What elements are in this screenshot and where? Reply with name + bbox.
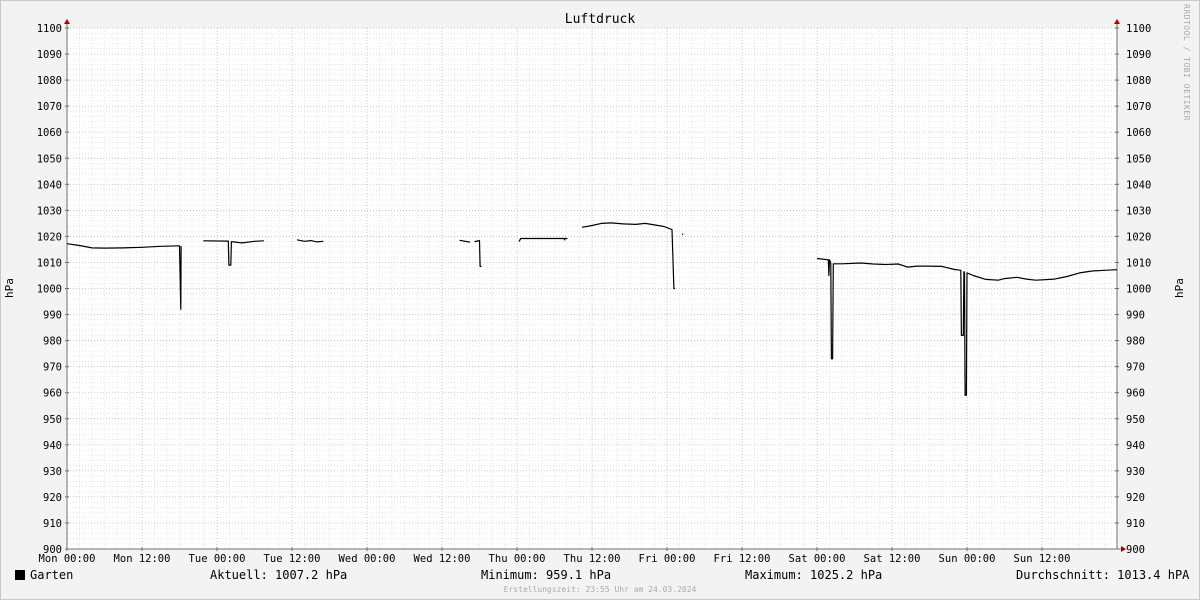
y-tick-label-right: 1040 <box>1126 179 1151 191</box>
y-tick-label-right: 1030 <box>1126 205 1151 217</box>
y-tick-label-left: 1060 <box>37 127 62 139</box>
x-tick-label: Fri 00:00 <box>639 553 696 565</box>
y-tick-label-left: 1080 <box>37 75 62 87</box>
y-tick-label-right: 960 <box>1126 388 1145 400</box>
watermark: RRDTOOL / TOBI OETIKER <box>1182 4 1191 121</box>
legend-average: Durchschnitt: 1013.4 hPA <box>1016 568 1190 582</box>
y-tick-label-left: 990 <box>43 310 62 322</box>
y-axis-arrow-right <box>1114 19 1120 24</box>
y-tick-label-left: 920 <box>43 492 62 504</box>
y-tick-label-right: 1090 <box>1126 49 1151 61</box>
y-tick-label-left: 1010 <box>37 257 62 269</box>
y-axis-label-right: hPa <box>1173 278 1186 298</box>
y-tick-label-left: 980 <box>43 336 62 348</box>
x-tick-label: Tue 00:00 <box>189 553 246 565</box>
legend-maximum: Maximum: 1025.2 hPa <box>745 568 883 582</box>
y-tick-label-right: 1020 <box>1126 231 1151 243</box>
y-tick-label-right: 990 <box>1126 310 1145 322</box>
y-tick-label-right: 1100 <box>1126 23 1151 35</box>
x-tick-label: Thu 12:00 <box>564 553 621 565</box>
y-tick-label-right: 1070 <box>1126 101 1151 113</box>
y-tick-label-left: 1020 <box>37 231 62 243</box>
legend-current: Aktuell: 1007.2 hPa <box>210 568 348 582</box>
x-tick-label: Mon 12:00 <box>114 553 171 565</box>
y-tick-label-left: 1100 <box>37 23 62 35</box>
y-tick-label-left: 930 <box>43 466 62 478</box>
legend-series-name: Garten <box>30 568 74 582</box>
y-tick-label-right: 1010 <box>1126 257 1151 269</box>
y-tick-label-right: 1080 <box>1126 75 1151 87</box>
y-tick-label-right: 920 <box>1126 492 1145 504</box>
y-tick-label-right: 930 <box>1126 466 1145 478</box>
y-tick-label-left: 1050 <box>37 153 62 165</box>
y-tick-label-right: 980 <box>1126 336 1145 348</box>
y-axis-arrow-left <box>64 19 70 24</box>
x-tick-label: Mon 00:00 <box>39 553 96 565</box>
y-tick-label-right: 1060 <box>1126 127 1151 139</box>
y-tick-label-right: 900 <box>1126 544 1145 556</box>
legend-swatch <box>15 570 25 580</box>
legend-minimum: Minimum: 959.1 hPa <box>481 568 612 582</box>
y-tick-label-right: 1050 <box>1126 153 1151 165</box>
y-axis-label-left: hPa <box>3 278 16 298</box>
y-tick-label-left: 1030 <box>37 205 62 217</box>
y-tick-label-left: 1040 <box>37 179 62 191</box>
y-tick-label-left: 1000 <box>37 284 62 296</box>
chart-title: Luftdruck <box>565 12 636 27</box>
x-tick-label: Fri 12:00 <box>714 553 771 565</box>
x-tick-label: Sat 00:00 <box>789 553 846 565</box>
x-tick-label: Wed 12:00 <box>414 553 471 565</box>
y-tick-label-left: 910 <box>43 518 62 530</box>
y-tick-label-right: 940 <box>1126 440 1145 452</box>
y-tick-label-right: 970 <box>1126 362 1145 374</box>
creation-time: Erstellungszeit: 23:55 Uhr am 24.03.2024 <box>503 585 697 594</box>
x-tick-label: Sun 00:00 <box>939 553 996 565</box>
x-tick-label: Thu 00:00 <box>489 553 546 565</box>
y-tick-label-left: 1070 <box>37 101 62 113</box>
y-tick-label-left: 950 <box>43 414 62 426</box>
y-tick-label-right: 910 <box>1126 518 1145 530</box>
x-tick-label: Tue 12:00 <box>264 553 321 565</box>
y-tick-label-left: 960 <box>43 388 62 400</box>
legend-item-series: Garten <box>15 568 73 582</box>
x-tick-label: Wed 00:00 <box>339 553 396 565</box>
x-tick-label: Sun 12:00 <box>1014 553 1071 565</box>
x-tick-label: Sat 12:00 <box>864 553 921 565</box>
y-tick-label-left: 1090 <box>37 49 62 61</box>
y-tick-label-right: 950 <box>1126 414 1145 426</box>
y-tick-label-right: 1000 <box>1126 284 1151 296</box>
chart-canvas: 900 900910 910920 920930 930940 940950 950960 9… <box>3 12 1186 565</box>
y-tick-label-left: 970 <box>43 362 62 374</box>
y-tick-label-left: 940 <box>43 440 62 452</box>
